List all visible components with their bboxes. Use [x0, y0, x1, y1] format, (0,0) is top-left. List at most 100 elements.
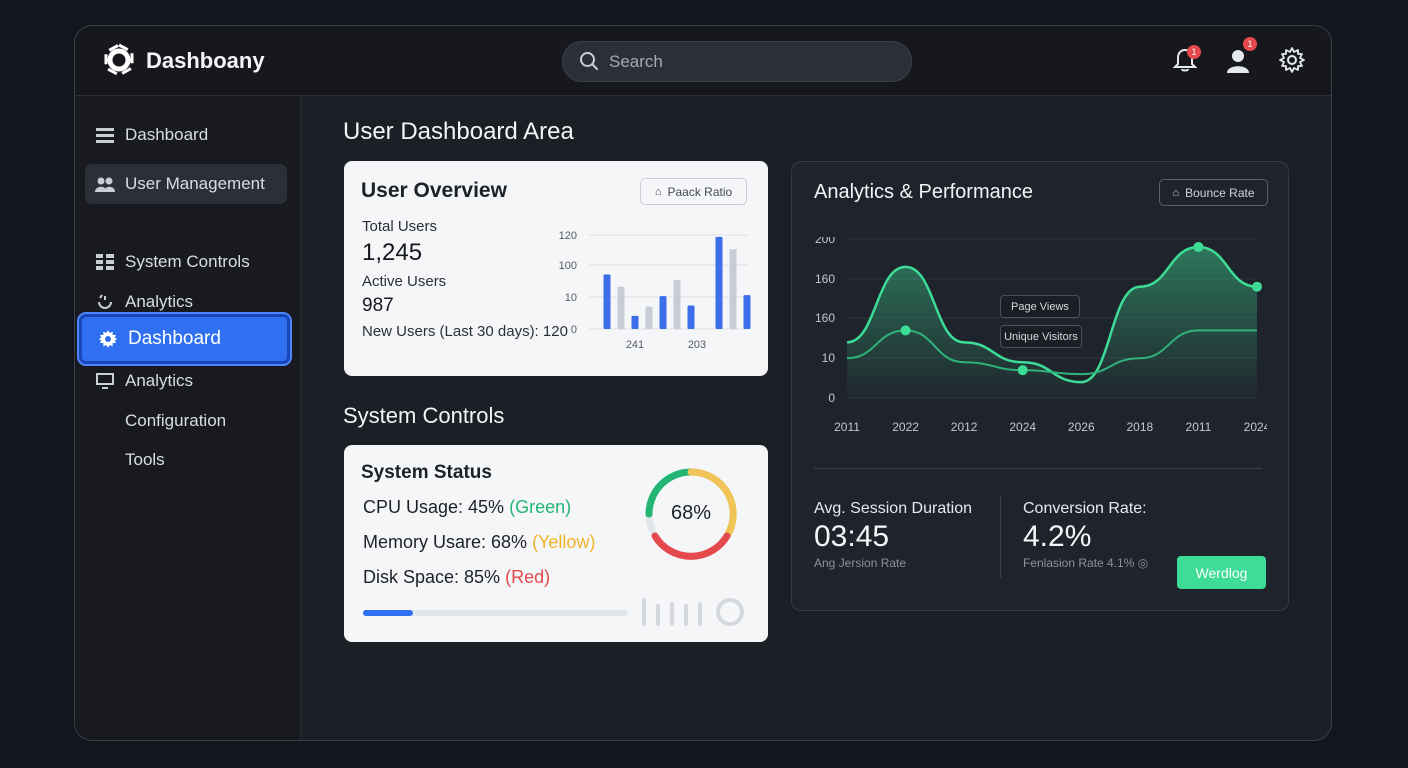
- activity-bars-icon: [642, 598, 744, 626]
- sidebar-item-dashboard-active[interactable]: Dashboard: [77, 312, 292, 366]
- settings-gear-icon[interactable]: [1277, 45, 1307, 75]
- active-users-value: 987: [362, 295, 394, 316]
- gauge-label: 68%: [670, 502, 712, 524]
- bell-badge: 1: [1187, 45, 1201, 59]
- sidebar-item-label: Analytics: [125, 371, 194, 390]
- x-tick-label: 2011: [1186, 420, 1212, 434]
- sidebar-item-label: Configuration: [125, 411, 227, 430]
- top-bar: Dashboany Search 1 1: [75, 26, 1331, 96]
- divider: [814, 468, 1262, 469]
- card-title: User Overview: [361, 179, 507, 202]
- avg-session-label: Avg. Session Duration: [814, 500, 973, 517]
- x-tick-label: 2024: [1244, 420, 1267, 434]
- gauge-arc-red: [651, 532, 731, 560]
- bar: [743, 295, 751, 329]
- bar: [729, 249, 737, 329]
- app-name: Dashboany: [146, 48, 265, 73]
- logo-icon: [104, 43, 134, 77]
- total-users-value: 1,245: [362, 239, 423, 266]
- conversion-value: 4.2%: [1023, 520, 1092, 553]
- total-users-label: Total Users: [362, 218, 438, 235]
- sidebar-item-analytics-2[interactable]: Analytics: [85, 361, 287, 401]
- y-tick-label: 100: [559, 260, 577, 272]
- card-title: Analytics & Performance: [814, 181, 1033, 203]
- y-tick-label: 10: [822, 351, 836, 365]
- disk-status-note: (Red): [505, 567, 551, 587]
- x-tick-label: 2011: [834, 420, 860, 434]
- x-tick-label: 203: [688, 339, 706, 351]
- y-tick-label: 200: [815, 237, 835, 246]
- y-tick-label: 160: [815, 272, 835, 286]
- sidebar-item-label: Analytics: [125, 292, 194, 311]
- search-input[interactable]: Search: [609, 52, 663, 72]
- bar: [673, 280, 681, 329]
- analytics-card: Analytics & Performance ⌂ Bounce Rate 20…: [791, 161, 1289, 611]
- x-tick-label: 2012: [951, 420, 978, 434]
- bar: [645, 306, 653, 329]
- bell-small-icon: ⌂: [1172, 186, 1180, 199]
- user-bar-chart: 120100100241 203: [559, 230, 751, 351]
- y-tick-label: 0: [828, 391, 835, 405]
- user-overview-card: User Overview ⌂ Paack Ratio Total Users …: [344, 161, 768, 376]
- conversion-label: Conversion Rate:: [1023, 500, 1147, 517]
- sidebar-item-tools[interactable]: Tools: [85, 440, 287, 480]
- gear-icon: [98, 330, 118, 348]
- sidebar-item-configuration[interactable]: Configuration: [85, 401, 287, 441]
- stat-divider: [1000, 496, 1001, 578]
- sidebar-item-user-management[interactable]: User Management: [85, 164, 287, 204]
- memory-status-note: (Yellow): [532, 532, 596, 552]
- avg-session-value: 03:45: [814, 520, 890, 553]
- data-point: [1252, 281, 1262, 292]
- bar: [715, 236, 723, 329]
- sidebar-item-label: Tools: [125, 450, 165, 469]
- x-tick-label: 241: [626, 339, 644, 351]
- sidebar-item-label: Dashboard: [125, 125, 209, 144]
- search-icon: [580, 52, 598, 70]
- data-point: [900, 325, 911, 336]
- disk-progress-track: [363, 610, 628, 616]
- disk-progress-fill: [363, 610, 414, 616]
- sidebar: Dashboard User Management System Control…: [75, 96, 301, 740]
- avg-session-sub: Ang Jersion Rate: [814, 556, 907, 570]
- cpu-status-note: (Green): [509, 497, 572, 517]
- users-icon: [95, 175, 115, 193]
- system-controls-title: System Controls: [343, 403, 505, 428]
- search-bar[interactable]: Search: [562, 41, 912, 82]
- conversion-sub: Fenlasion Rate 4.1% ◎: [1023, 556, 1149, 570]
- cpu-usage-row: CPU Usage: 45% (Green): [363, 497, 572, 517]
- y-tick-label: 160: [815, 311, 835, 325]
- sidebar-item-dashboard[interactable]: Dashboard: [85, 115, 287, 155]
- system-status-card: System Status CPU Usage: 45% (Green) Mem…: [344, 445, 768, 642]
- monitor-icon: [95, 372, 115, 390]
- disk-space-row: Disk Space: 85% (Red): [363, 567, 551, 587]
- new-users-text: New Users (Last 30 days): 120: [362, 323, 568, 340]
- data-point: [1017, 365, 1028, 376]
- y-tick-label: 0: [571, 324, 577, 336]
- list-icon: [95, 126, 115, 144]
- werdlog-button[interactable]: Werdlog: [1177, 556, 1266, 589]
- bar: [617, 286, 625, 329]
- sidebar-item-label: System Controls: [125, 252, 250, 271]
- sidebar-item-system-controls[interactable]: System Controls: [85, 242, 287, 282]
- legend-page-views: Page Views: [1000, 295, 1080, 318]
- active-users-label: Active Users: [362, 273, 447, 290]
- page-title: User Dashboard Area: [343, 118, 574, 145]
- bar: [631, 315, 639, 329]
- user-badge: 1: [1243, 37, 1257, 51]
- paack-ratio-button[interactable]: ⌂ Paack Ratio: [640, 178, 747, 205]
- sidebar-item-label: User Management: [125, 174, 265, 193]
- data-point: [1193, 241, 1204, 252]
- y-tick-label: 10: [565, 292, 577, 304]
- x-tick-label: 2022: [892, 420, 919, 434]
- bounce-rate-button[interactable]: ⌂ Bounce Rate: [1159, 179, 1268, 206]
- ratio-icon: ⌂: [654, 185, 662, 198]
- app-window: Dashboany Search 1 1 Dashboard User Mana…: [74, 25, 1332, 741]
- card-title: System Status: [361, 462, 492, 483]
- x-tick-label: 2018: [1127, 420, 1154, 434]
- x-tick-label: 2024: [1009, 420, 1036, 434]
- x-tick-label: 2026: [1068, 420, 1095, 434]
- bar: [687, 305, 695, 329]
- y-tick-label: 120: [559, 230, 577, 242]
- analytics-icon: [95, 293, 115, 311]
- bar: [603, 274, 611, 329]
